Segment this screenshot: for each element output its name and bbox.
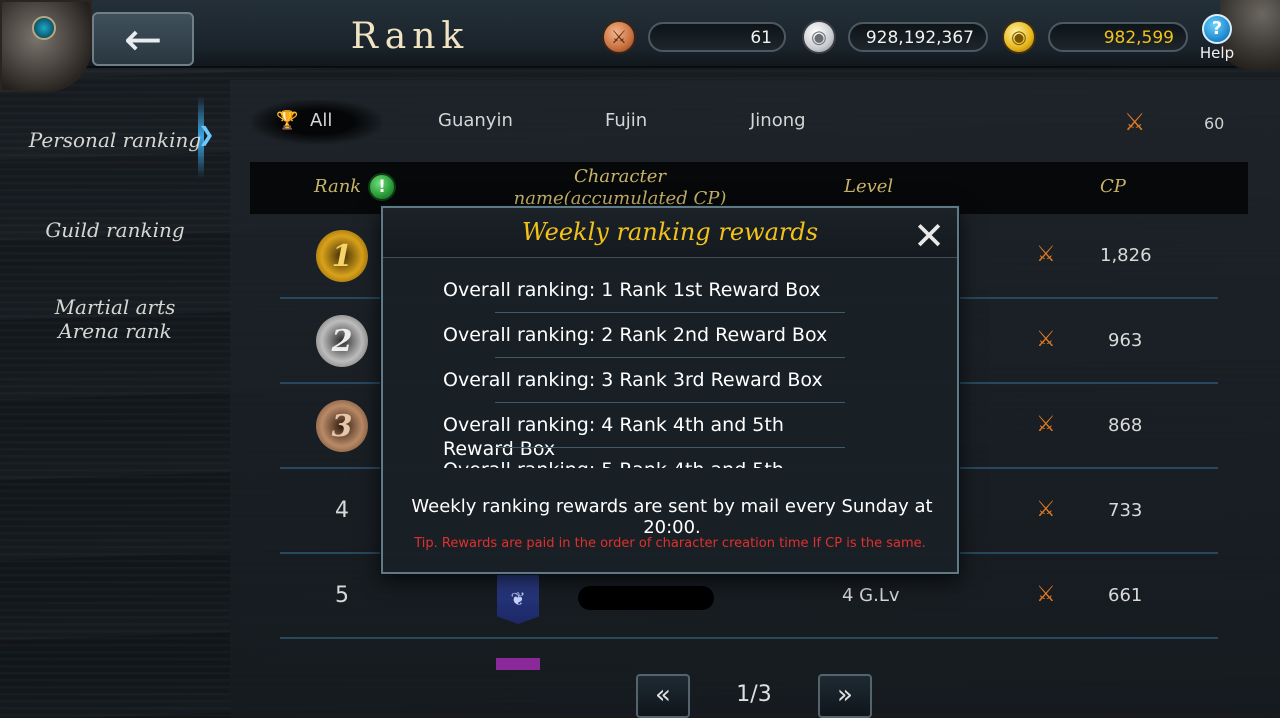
crossed-swords-coin-icon: ⚔ <box>602 20 636 54</box>
dialog-header: Weekly ranking rewards ✕ <box>383 208 957 258</box>
level-value: 4 G.Lv <box>842 585 900 606</box>
crossed-swords-icon: ⚔ <box>1036 582 1056 607</box>
rank-number: 5 <box>335 583 349 608</box>
rank-number: 4 <box>335 498 349 523</box>
column-header-name-line1: Character <box>573 166 666 187</box>
info-exclamation-icon[interactable]: ! <box>368 173 396 201</box>
guild-banner-icon <box>496 658 540 670</box>
sidebar-item-guild-ranking[interactable]: Guild ranking <box>0 218 230 242</box>
list-item: Overall ranking: 1 Rank 1st Reward Box <box>443 279 821 301</box>
weekly-rewards-dialog: Weekly ranking rewards ✕ Overall ranking… <box>381 206 959 574</box>
sidebar: ❯ Personal ranking Guild ranking Martial… <box>0 70 230 718</box>
previous-page-button[interactable]: « <box>636 674 690 718</box>
crossed-swords-icon: ⚔ <box>1036 412 1056 437</box>
help-button[interactable]: ? Help <box>1196 14 1238 64</box>
bronze-medal-icon: 3 <box>316 400 368 452</box>
gold-coin-icon: ◉ <box>1002 20 1036 54</box>
sidebar-item-martial-arts-arena[interactable]: Martial arts Arena rank <box>0 295 230 343</box>
currency-silver: 928,192,367 <box>848 22 988 52</box>
trophy-icon: 🏆 <box>276 110 299 131</box>
reward-list[interactable]: Overall ranking: 1 Rank 1st Reward Box O… <box>383 268 957 468</box>
close-icon[interactable]: ✕ <box>909 216 949 256</box>
crossed-swords-icon: ⚔ <box>1124 108 1146 136</box>
list-item: Overall ranking: 4 Rank 4th and 5th Rewa… <box>443 414 784 460</box>
dialog-note: Weekly ranking rewards are sent by mail … <box>411 496 933 538</box>
page-title: Rank <box>350 16 470 57</box>
list-item: Overall ranking: 2 Rank 2nd Reward Box <box>443 324 828 346</box>
character-name-redacted <box>578 586 714 610</box>
silver-medal-icon: 2 <box>316 315 368 367</box>
cp-value: 733 <box>1108 500 1143 521</box>
column-header-rank: Rank <box>314 176 362 197</box>
dialog-tip: Tip. Rewards are paid in the order of ch… <box>414 536 926 551</box>
list-item: Overall ranking: 5 Rank 4th and 5th Rewa… <box>443 458 843 468</box>
tab-jinong[interactable]: Jinong <box>750 110 806 131</box>
sidebar-item-personal-ranking[interactable]: Personal ranking <box>0 128 230 152</box>
question-mark-icon: ? <box>1202 14 1232 44</box>
arrow-left-icon: ← <box>123 12 163 66</box>
help-label: Help <box>1199 44 1235 62</box>
currency-battle-tokens: 61 <box>648 22 786 52</box>
tab-guanyin[interactable]: Guanyin <box>438 110 513 131</box>
divider <box>495 402 845 403</box>
sword-count: 60 <box>1204 114 1225 133</box>
back-button[interactable]: ← <box>92 12 194 66</box>
cp-value: 1,826 <box>1100 245 1152 266</box>
guild-banner-icon: ❦ <box>497 574 539 624</box>
gold-medal-icon: 1 <box>316 230 368 282</box>
divider <box>495 357 845 358</box>
divider <box>495 312 845 313</box>
crossed-swords-icon: ⚔ <box>1036 327 1056 352</box>
crossed-swords-icon: ⚔ <box>1036 242 1056 267</box>
next-page-button[interactable]: » <box>818 674 872 718</box>
column-header-level: Level <box>844 176 894 197</box>
list-item: Overall ranking: 3 Rank 3rd Reward Box <box>443 369 823 391</box>
tab-all[interactable]: All <box>310 110 332 131</box>
crossed-swords-icon: ⚔ <box>1036 497 1056 522</box>
page-indicator: 1/3 <box>736 682 772 707</box>
silver-coin-icon: ◉ <box>802 20 836 54</box>
dialog-title: Weekly ranking rewards <box>521 218 819 246</box>
tab-fujin[interactable]: Fujin <box>605 110 647 131</box>
divider <box>495 447 845 448</box>
sidebar-item-label: Martial arts <box>54 295 176 319</box>
currency-gold: 982,599 <box>1048 22 1188 52</box>
column-header-cp: CP <box>1100 176 1126 197</box>
cp-value: 868 <box>1108 415 1143 436</box>
cp-value: 661 <box>1108 585 1143 606</box>
column-header-name: Character name(accumulated CP) <box>500 166 740 210</box>
cp-value: 963 <box>1108 330 1143 351</box>
sidebar-item-label: Arena rank <box>58 319 172 343</box>
